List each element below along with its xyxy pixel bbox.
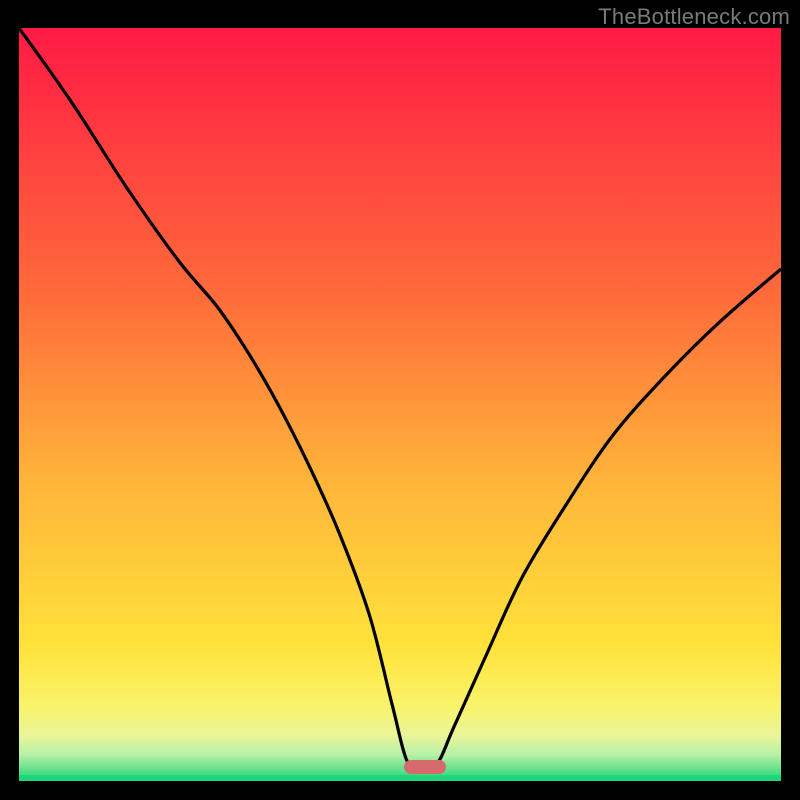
bottleneck-curve <box>19 28 781 781</box>
chart-frame: TheBottleneck.com <box>0 0 800 800</box>
plot-area <box>19 28 781 781</box>
baseline-green <box>19 775 781 781</box>
watermark-text: TheBottleneck.com <box>598 4 790 30</box>
optimal-range-marker <box>404 760 447 774</box>
